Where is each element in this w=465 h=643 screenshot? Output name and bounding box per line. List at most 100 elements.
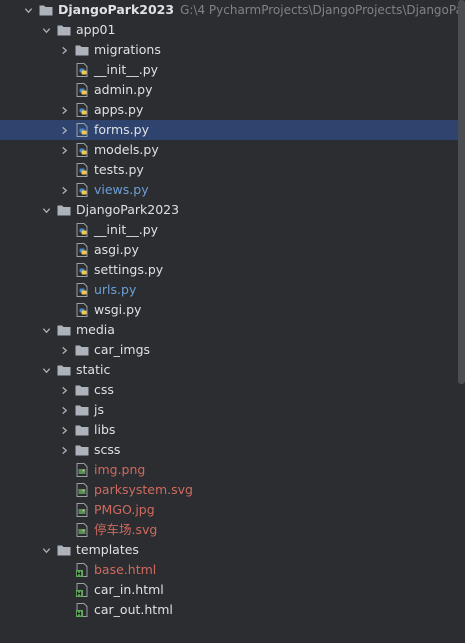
tree-row[interactable]: __init__.py [0, 220, 458, 240]
tree-row[interactable]: settings.py [0, 260, 458, 280]
tree-row[interactable]: 停车场.svg [0, 520, 458, 540]
chevron-right-icon[interactable] [57, 180, 71, 200]
image-file-icon [74, 482, 90, 498]
tree-row[interactable]: DjangoPark2023 [0, 200, 458, 220]
project-path: G:\4 PycharmProjects\DjangoProjects\Djan… [180, 3, 458, 17]
tree-item-label: admin.py [94, 82, 153, 97]
tree-item-label: static [76, 362, 111, 377]
chevron-right-icon[interactable] [57, 100, 71, 120]
tree-row[interactable]: PMGO.jpg [0, 500, 458, 520]
tree-row[interactable]: urls.py [0, 280, 458, 300]
python-file-icon [74, 142, 90, 158]
chevron-right-icon[interactable] [57, 340, 71, 360]
tree-row[interactable]: wsgi.py [0, 300, 458, 320]
bottom-edge [0, 637, 465, 643]
tree-item-label: base.html [94, 562, 157, 577]
tree-item-label: models.py [94, 142, 159, 157]
tree-item-label: libs [94, 422, 116, 437]
python-file-icon [74, 122, 90, 138]
tree-item-label: tests.py [94, 162, 144, 177]
chevron-right-icon[interactable] [57, 380, 71, 400]
tree-row[interactable]: car_imgs [0, 340, 458, 360]
tree-row[interactable]: admin.py [0, 80, 458, 100]
tree-item-label: templates [76, 542, 139, 557]
chevron-right-icon[interactable] [57, 420, 71, 440]
tree-row[interactable]: __init__.py [0, 60, 458, 80]
chevron-down-icon[interactable] [39, 360, 53, 380]
folder-icon [74, 402, 90, 418]
tree-row[interactable]: migrations [0, 40, 458, 60]
tree-row[interactable]: js [0, 400, 458, 420]
tree-row[interactable]: templates [0, 540, 458, 560]
tree-item-label: wsgi.py [94, 302, 142, 317]
tree-item-label: scss [94, 442, 121, 457]
tree-item-label: car_out.html [94, 602, 173, 617]
chevron-down-icon[interactable] [39, 320, 53, 340]
tree-item-label: forms.py [94, 122, 149, 137]
python-file-icon [74, 82, 90, 98]
tree-row[interactable]: libs [0, 420, 458, 440]
python-file-icon [74, 62, 90, 78]
python-file-icon [74, 302, 90, 318]
tree-item-label: settings.py [94, 262, 164, 277]
folder-icon [74, 382, 90, 398]
image-file-icon [74, 522, 90, 538]
tree-item-label: img.png [94, 462, 146, 477]
tree-item-label: DjangoPark2023 [76, 202, 180, 217]
folder-icon [38, 2, 54, 18]
python-file-icon [74, 182, 90, 198]
html-file-icon [74, 562, 90, 578]
chevron-down-icon[interactable] [39, 20, 53, 40]
chevron-right-icon[interactable] [57, 440, 71, 460]
tree-item-label: __init__.py [94, 222, 159, 237]
tree-row[interactable]: DjangoPark2023 G:\4 PycharmProjects\Djang… [0, 0, 458, 20]
chevron-down-icon[interactable] [21, 0, 35, 20]
tree-row[interactable]: car_in.html [0, 580, 458, 600]
python-file-icon [74, 242, 90, 258]
tree-row[interactable]: car_out.html [0, 600, 458, 620]
python-file-icon [74, 102, 90, 118]
image-file-icon [74, 462, 90, 478]
tree-row[interactable]: tests.py [0, 160, 458, 180]
tree-row[interactable]: asgi.py [0, 240, 458, 260]
tree-row[interactable]: media [0, 320, 458, 340]
vertical-scrollbar[interactable] [458, 0, 465, 384]
tree-row[interactable]: img.png [0, 460, 458, 480]
chevron-down-icon[interactable] [39, 200, 53, 220]
python-file-icon [74, 262, 90, 278]
tree-item-label: DjangoPark2023 G:\4 PycharmProjects\Djang… [58, 0, 458, 20]
tree-row[interactable]: forms.py [0, 120, 458, 140]
tree-item-label: __init__.py [94, 62, 159, 77]
chevron-right-icon[interactable] [57, 120, 71, 140]
folder-icon [74, 422, 90, 438]
tree-item-label: css [94, 382, 114, 397]
tree-item-label: apps.py [94, 102, 144, 117]
folder-icon [56, 22, 72, 38]
tree-item-label: urls.py [94, 282, 137, 297]
tree-item-label: views.py [94, 182, 149, 197]
chevron-down-icon[interactable] [39, 540, 53, 560]
tree-row[interactable]: models.py [0, 140, 458, 160]
folder-icon [56, 362, 72, 378]
tree-row[interactable]: base.html [0, 560, 458, 580]
tree-row[interactable]: app01 [0, 20, 458, 40]
chevron-right-icon[interactable] [57, 40, 71, 60]
folder-icon [56, 202, 72, 218]
tree-row[interactable]: static [0, 360, 458, 380]
python-file-icon [74, 282, 90, 298]
tree-row[interactable]: scss [0, 440, 458, 460]
html-file-icon [74, 602, 90, 618]
tree-row[interactable]: css [0, 380, 458, 400]
tree-item-label: 停车场.svg [94, 522, 158, 537]
tree-row[interactable]: views.py [0, 180, 458, 200]
tree-row[interactable]: apps.py [0, 100, 458, 120]
tree-row[interactable]: parksystem.svg [0, 480, 458, 500]
chevron-right-icon[interactable] [57, 140, 71, 160]
tree-item-label: car_in.html [94, 582, 164, 597]
html-file-icon [74, 582, 90, 598]
chevron-right-icon[interactable] [57, 400, 71, 420]
image-file-icon [74, 502, 90, 518]
folder-icon [56, 542, 72, 558]
folder-icon [74, 342, 90, 358]
tree-item-label: asgi.py [94, 242, 139, 257]
